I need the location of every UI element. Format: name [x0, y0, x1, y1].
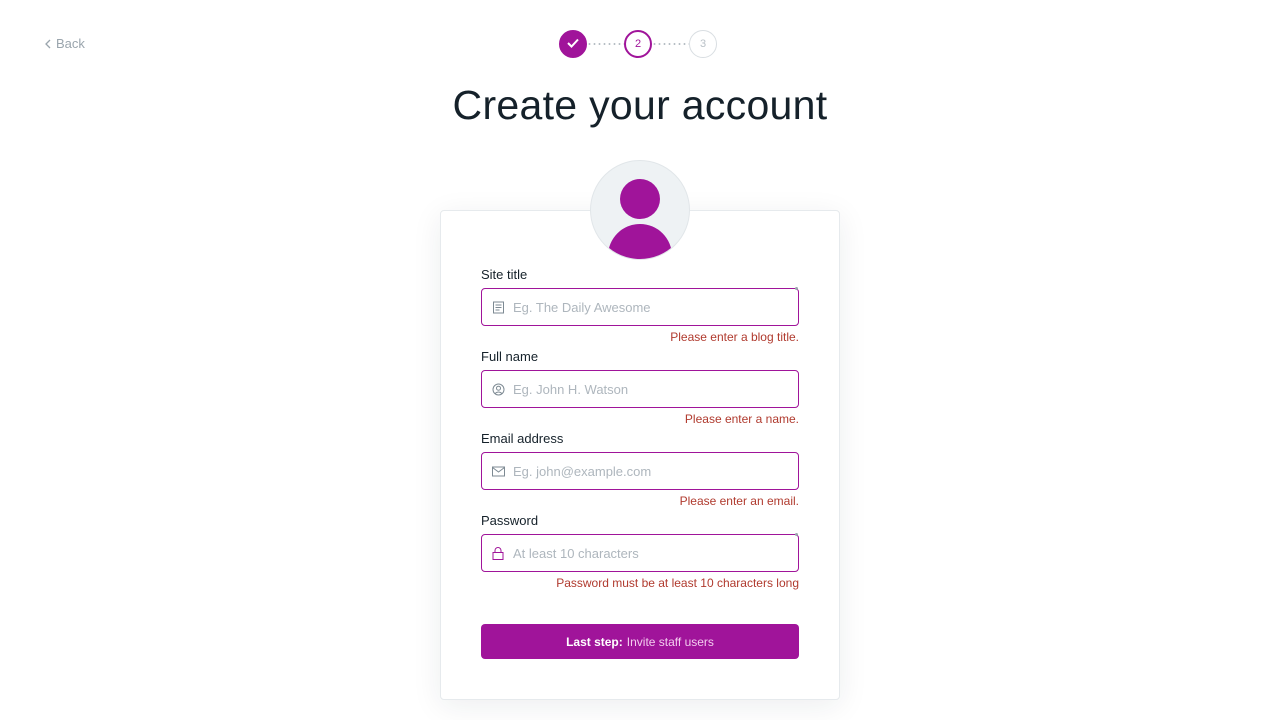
next-step-button[interactable]: Last step: Invite staff users — [481, 624, 799, 659]
site-title-input[interactable]: Eg. The Daily Awesome — [481, 287, 799, 326]
password-field: Password At least 10 characters Password… — [481, 512, 799, 594]
password-input[interactable]: At least 10 characters — [481, 533, 799, 572]
email-placeholder: Eg. john@example.com — [513, 463, 652, 479]
page-title: Create your account — [452, 82, 828, 128]
full-name-error: Please enter a name. — [684, 412, 799, 426]
document-icon — [491, 300, 505, 314]
password-placeholder: At least 10 characters — [513, 545, 639, 561]
avatar-upload[interactable] — [590, 160, 690, 260]
lock-icon — [491, 546, 505, 560]
next-step-label-strong: Last step: — [566, 634, 623, 649]
email-field: Email address Eg. john@example.com Pleas… — [481, 430, 799, 512]
setup-stepper: 2 3 — [559, 28, 717, 60]
step-1-complete — [559, 30, 587, 58]
step-2-current: 2 — [624, 30, 652, 58]
step-connector — [652, 43, 689, 45]
field-indicator — [795, 533, 798, 536]
email-input[interactable]: Eg. john@example.com — [481, 452, 799, 490]
site-title-field: Site title Eg. The Daily Awesome Please … — [481, 266, 799, 348]
site-title-error: Please enter a blog title. — [670, 330, 799, 344]
site-title-label: Site title — [481, 267, 528, 282]
email-label: Email address — [481, 431, 564, 446]
password-label: Password — [481, 513, 539, 528]
user-icon-head — [620, 179, 660, 219]
next-step-label: Invite staff users — [626, 634, 714, 649]
setup-page: Back 2 3 Create your account Site title … — [0, 0, 1280, 720]
account-form: Site title Eg. The Daily Awesome Please … — [481, 266, 799, 594]
back-link[interactable]: Back — [44, 36, 85, 51]
chevron-left-icon — [44, 39, 52, 49]
email-error: Please enter an email. — [679, 494, 799, 508]
password-error: Password must be at least 10 characters … — [556, 576, 799, 590]
full-name-field: Full name Eg. John H. Watson Please ente… — [481, 348, 799, 430]
envelope-icon — [491, 464, 505, 478]
full-name-input[interactable]: Eg. John H. Watson — [481, 370, 799, 408]
step-3-upcoming: 3 — [689, 30, 717, 58]
full-name-label: Full name — [481, 349, 539, 364]
user-circle-icon — [491, 382, 505, 396]
user-icon-body — [608, 224, 672, 259]
field-indicator — [795, 287, 798, 290]
check-icon — [566, 37, 580, 52]
full-name-placeholder: Eg. John H. Watson — [513, 381, 629, 397]
site-title-placeholder: Eg. The Daily Awesome — [513, 299, 651, 315]
back-label: Back — [56, 36, 85, 51]
step-connector — [587, 43, 624, 45]
